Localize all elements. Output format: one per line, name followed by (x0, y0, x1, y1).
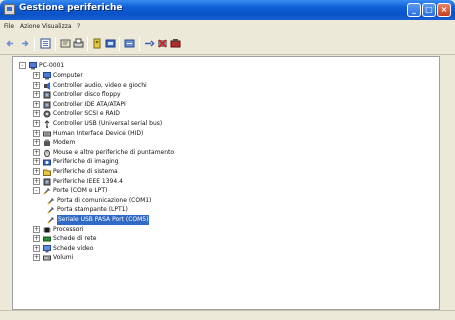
tree-item-label: Schede di rete (53, 235, 97, 243)
expand-toggle[interactable]: + (33, 244, 40, 252)
maximize-button[interactable]: □ (422, 3, 436, 17)
tree-item-label: Periferiche IEEE 1394.4 (53, 177, 123, 185)
window-title: Gestione periferiche (19, 3, 123, 13)
menu-visualizza[interactable]: Visualizza (42, 23, 72, 30)
network-icon (43, 235, 51, 243)
uninstall-icon[interactable] (144, 38, 155, 49)
expand-toggle[interactable]: + (33, 254, 40, 262)
tree-root-label: PC-0001 (39, 62, 65, 69)
help-icon[interactable] (60, 38, 71, 49)
scan-hardware-icon[interactable] (92, 38, 103, 49)
status-bar (0, 310, 455, 320)
print-icon[interactable] (73, 38, 84, 49)
disk-icon (43, 254, 51, 262)
tree-item-label: Periferiche di imaging (53, 158, 119, 166)
expand-toggle[interactable]: + (33, 158, 40, 166)
expand-toggle[interactable]: + (33, 139, 40, 147)
expand-toggle[interactable]: + (33, 148, 40, 156)
remove-device-icon[interactable] (170, 38, 181, 49)
expand-toggle[interactable]: + (33, 225, 40, 233)
tree-item-label: Mouse e altre periferiche di puntamento (53, 148, 175, 156)
tree-item-label: Processori (53, 225, 84, 233)
toolbar-separator (87, 37, 88, 51)
computer-icon (43, 72, 51, 80)
collapse-toggle[interactable]: - (19, 62, 26, 69)
tree-item-label: Controller disco floppy (53, 91, 121, 99)
menu-azione[interactable]: Azione (20, 23, 40, 30)
chip-icon (43, 178, 51, 186)
expand-toggle[interactable]: + (33, 168, 40, 175)
title-bar[interactable]: Gestione periferiche _ □ × (0, 0, 455, 20)
forward-arrow-icon[interactable] (19, 38, 30, 49)
minimize-button[interactable]: _ (407, 3, 421, 17)
tree-item-label: Computer (53, 72, 83, 79)
mouse-icon (43, 149, 51, 157)
expand-toggle[interactable]: + (33, 177, 40, 185)
tree-item-label: Volumi (53, 254, 74, 262)
tree-item-label: Human Interface Device (HID) (53, 129, 144, 137)
chip-icon (43, 101, 51, 109)
computer-icon (29, 62, 37, 70)
port-icon (47, 197, 55, 205)
chip-icon (43, 91, 51, 99)
tree-item-label: Schede video (53, 244, 94, 252)
port-icon (47, 216, 55, 224)
gear-icon (43, 110, 51, 118)
speaker-icon (43, 81, 51, 90)
expand-toggle[interactable]: + (33, 120, 40, 127)
expand-toggle[interactable]: + (33, 100, 40, 108)
camera-icon (43, 158, 51, 166)
folder-icon (43, 168, 51, 176)
tree-item-label: Controller SCSI e RAID (53, 110, 120, 118)
toolbar-separator (34, 37, 35, 51)
tree-item-label: Porta di comunicazione (COM1) (57, 196, 152, 204)
toolbar (0, 33, 455, 55)
tree-item-label: Periferiche di sistema (53, 168, 118, 175)
device-manager-window: Gestione periferiche _ □ × File Azione V… (0, 0, 455, 320)
usb-icon (43, 120, 51, 128)
expand-toggle[interactable]: + (33, 81, 40, 89)
expand-toggle[interactable]: + (33, 235, 40, 243)
tree-item-label: Controller IDE ATA/ATAPI (53, 100, 126, 108)
monitor-icon (43, 244, 51, 253)
port-icon (47, 206, 55, 214)
device-manager-icon (4, 4, 15, 15)
expand-toggle[interactable]: + (33, 110, 40, 118)
expand-toggle[interactable]: + (33, 129, 40, 137)
phone-icon (43, 139, 51, 147)
port-icon (43, 187, 51, 195)
disable-device-icon[interactable] (157, 38, 168, 49)
menu-bar: File Azione Visualizza ? (0, 20, 455, 33)
toolbar-separator (119, 37, 120, 51)
expand-toggle[interactable]: + (33, 72, 40, 79)
toolbar-separator (55, 37, 56, 51)
view-devices-icon[interactable] (124, 38, 135, 49)
close-button[interactable]: × (437, 3, 451, 17)
tree-item-label: Seriale USB PASA Port (COM5) (57, 215, 150, 225)
back-arrow-icon[interactable] (5, 38, 16, 49)
tree-item-label: Porta stampante (LPT1) (57, 206, 128, 214)
tree-item-label: Modem (53, 139, 76, 147)
update-driver-icon[interactable] (105, 38, 116, 49)
properties-icon[interactable] (40, 38, 51, 49)
tree-item-label: Controller audio, video e giochi (53, 81, 147, 89)
device-tree[interactable]: - PC-0001 + Computer + Controller audio, vi… (12, 56, 440, 310)
collapse-toggle[interactable]: - (33, 187, 40, 195)
cpu-icon (43, 226, 51, 234)
tree-item-label: Porte (COM e LPT) (53, 187, 108, 195)
menu-help[interactable]: ? (77, 23, 80, 30)
menu-file[interactable]: File (4, 23, 14, 30)
toolbar-separator (139, 37, 140, 51)
expand-toggle[interactable]: + (33, 91, 40, 99)
keyboard-icon (43, 130, 51, 138)
tree-item-label: Controller USB (Universal serial bus) (53, 120, 163, 127)
